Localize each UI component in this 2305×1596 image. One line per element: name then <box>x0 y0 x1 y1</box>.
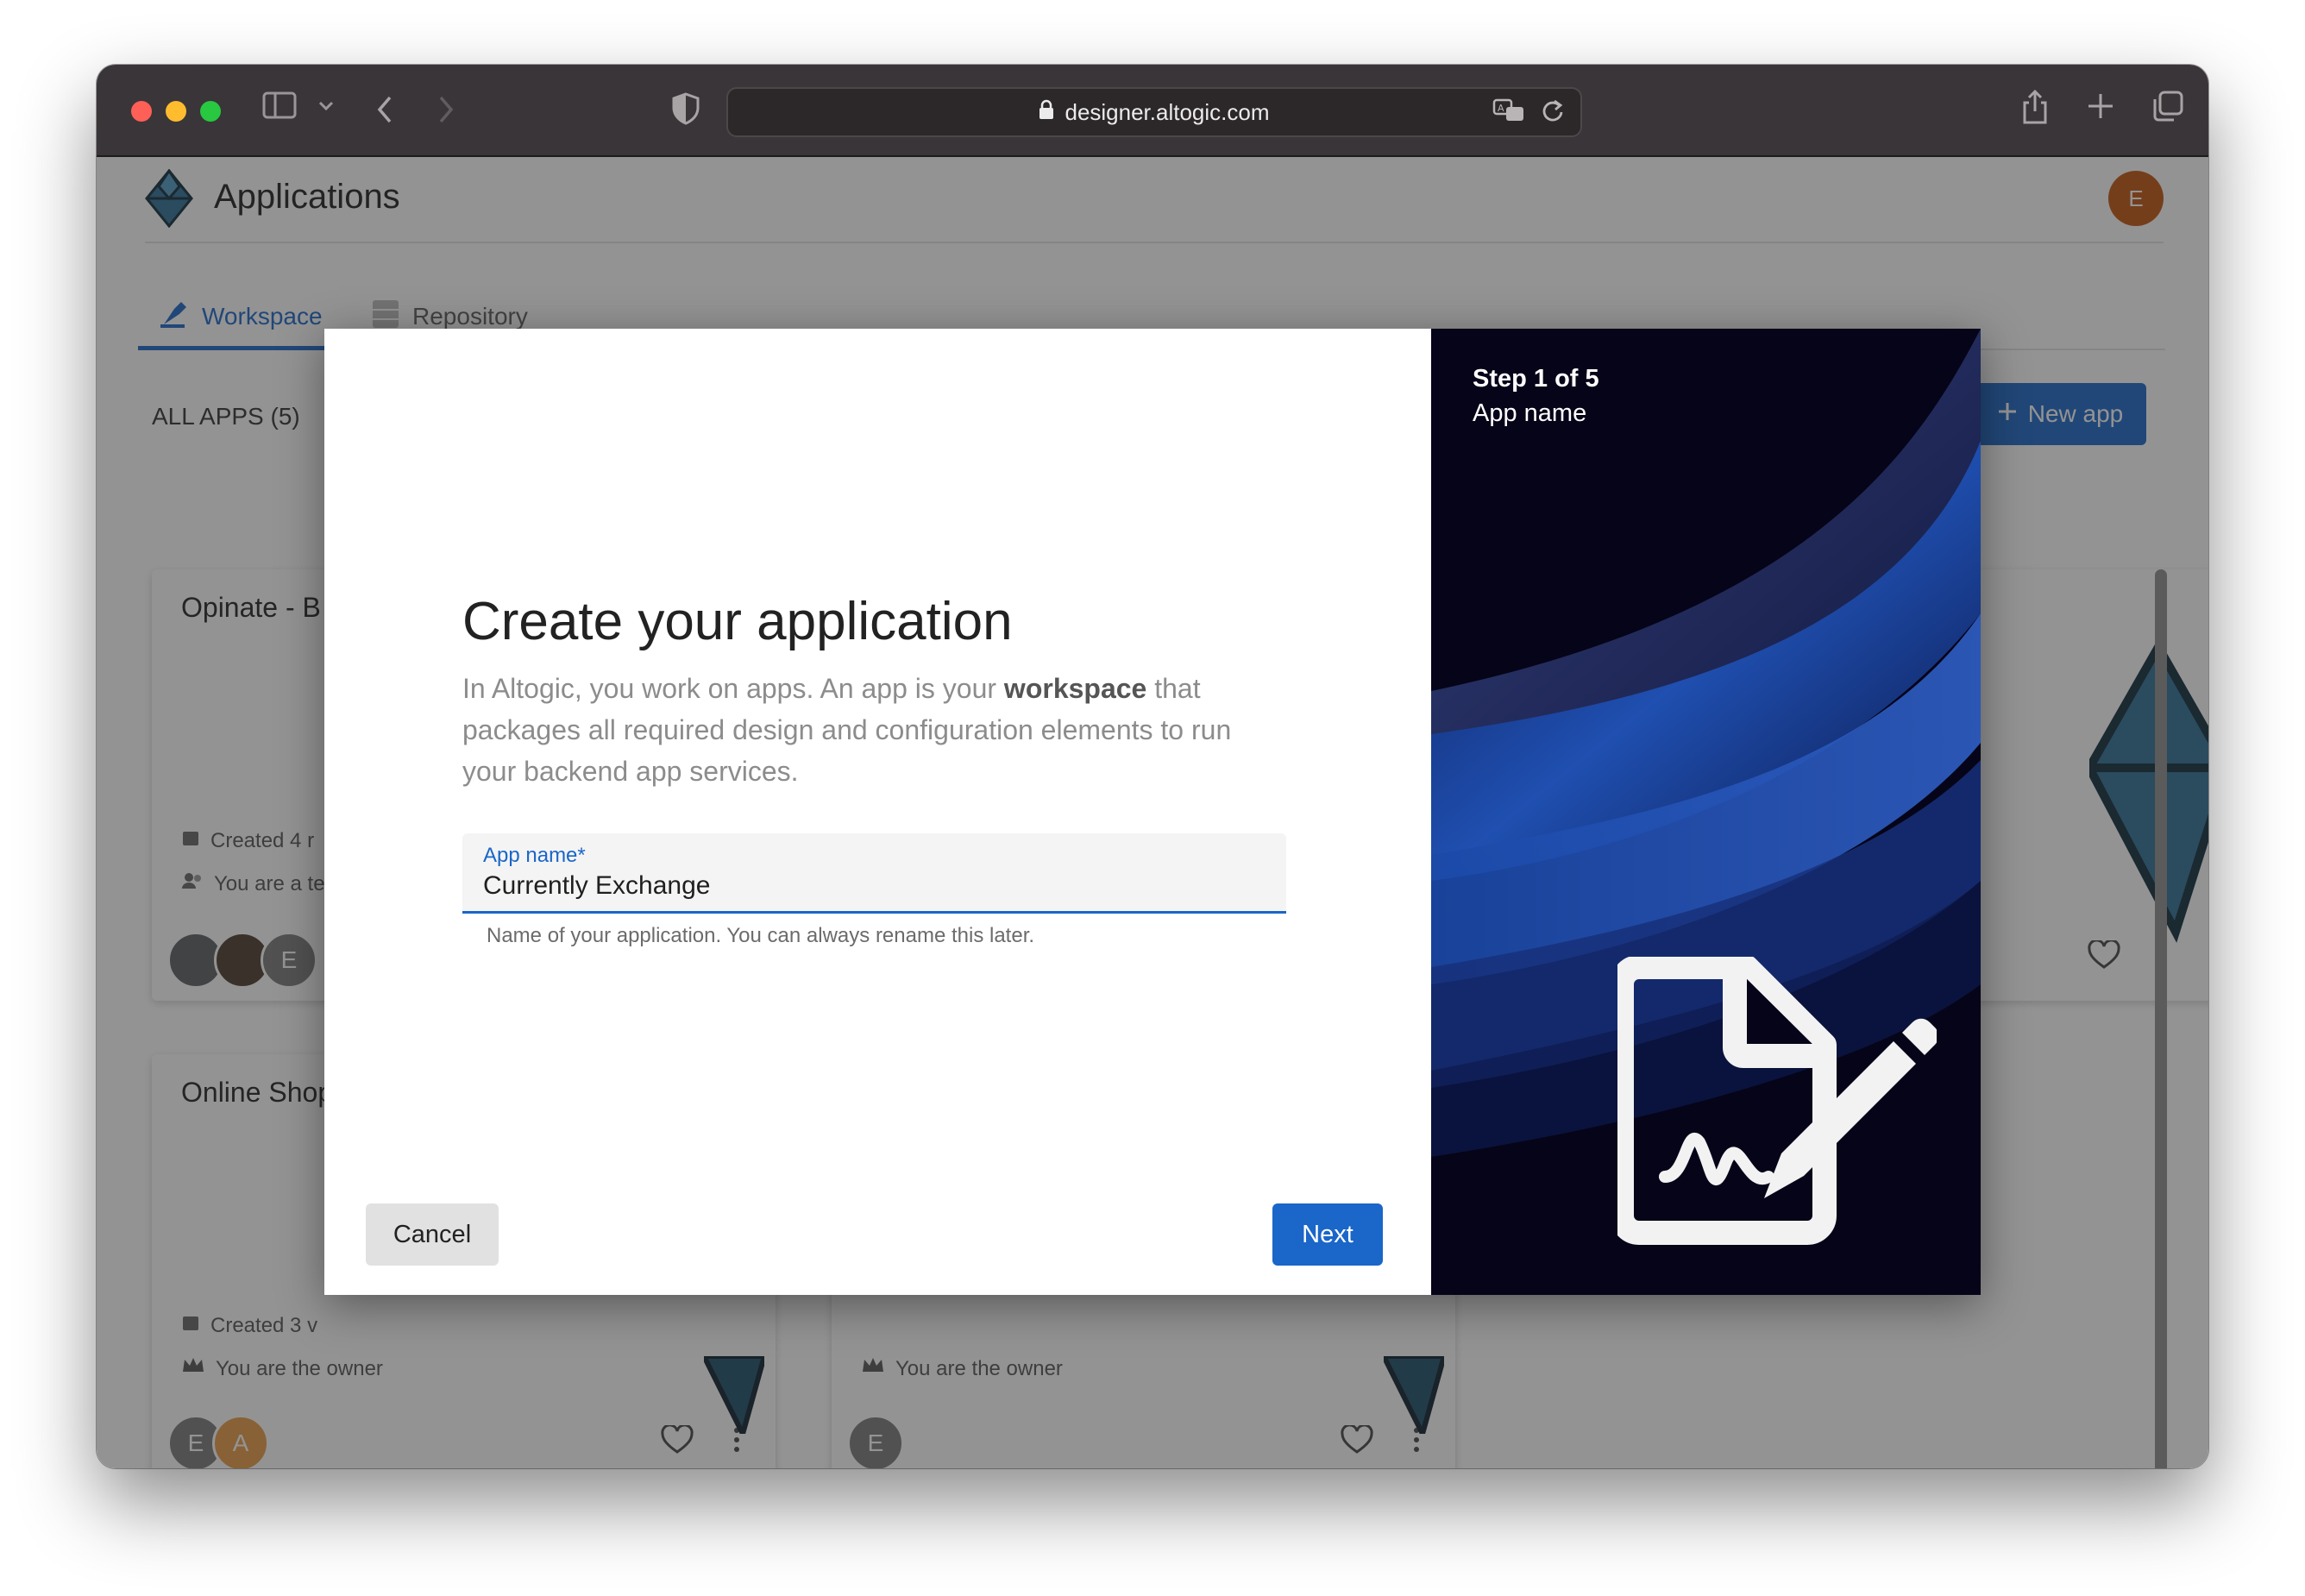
zoom-window-button[interactable] <box>200 101 221 122</box>
minimize-window-button[interactable] <box>166 101 186 122</box>
privacy-shield-icon[interactable] <box>671 92 700 129</box>
signed-document-icon <box>1610 955 1939 1254</box>
forward-icon[interactable] <box>436 94 456 129</box>
dialog-description: In Altogic, you work on apps. An app is … <box>462 673 1232 787</box>
dialog-illustration-panel: Step 1 of 5 App name <box>1431 329 1981 1295</box>
tab-overview-icon[interactable] <box>2151 89 2184 129</box>
chevron-down-icon[interactable] <box>317 99 335 117</box>
app-name-label: App name* <box>483 844 586 867</box>
dialog-title: Create your application <box>462 592 1013 651</box>
app-name-field[interactable]: App name* <box>462 833 1286 914</box>
step-name: App name <box>1473 399 1587 427</box>
lock-icon <box>1039 99 1054 126</box>
address-bar[interactable]: designer.altogic.com A <box>726 87 1582 137</box>
create-app-dialog: Create your application In Altogic, you … <box>324 329 1981 1295</box>
url-text: designer.altogic.com <box>1065 98 1270 125</box>
share-icon[interactable] <box>2020 89 2050 129</box>
reload-icon[interactable] <box>1541 97 1565 129</box>
app-name-helper-text: Name of your application. You can always… <box>487 924 1035 947</box>
cancel-button[interactable]: Cancel <box>366 1203 499 1266</box>
translate-icon[interactable]: A <box>1492 97 1525 129</box>
step-indicator: Step 1 of 5 <box>1473 365 1599 393</box>
browser-toolbar: designer.altogic.com A <box>97 65 2208 157</box>
new-tab-icon[interactable] <box>2086 89 2115 129</box>
app-name-input[interactable] <box>483 871 1259 901</box>
close-window-button[interactable] <box>131 101 152 122</box>
svg-text:A: A <box>1498 103 1504 114</box>
sidebar-toggle-icon[interactable] <box>262 91 297 124</box>
back-icon[interactable] <box>374 94 395 129</box>
next-button[interactable]: Next <box>1272 1203 1383 1266</box>
dialog-form-panel: Create your application In Altogic, you … <box>324 329 1431 1295</box>
